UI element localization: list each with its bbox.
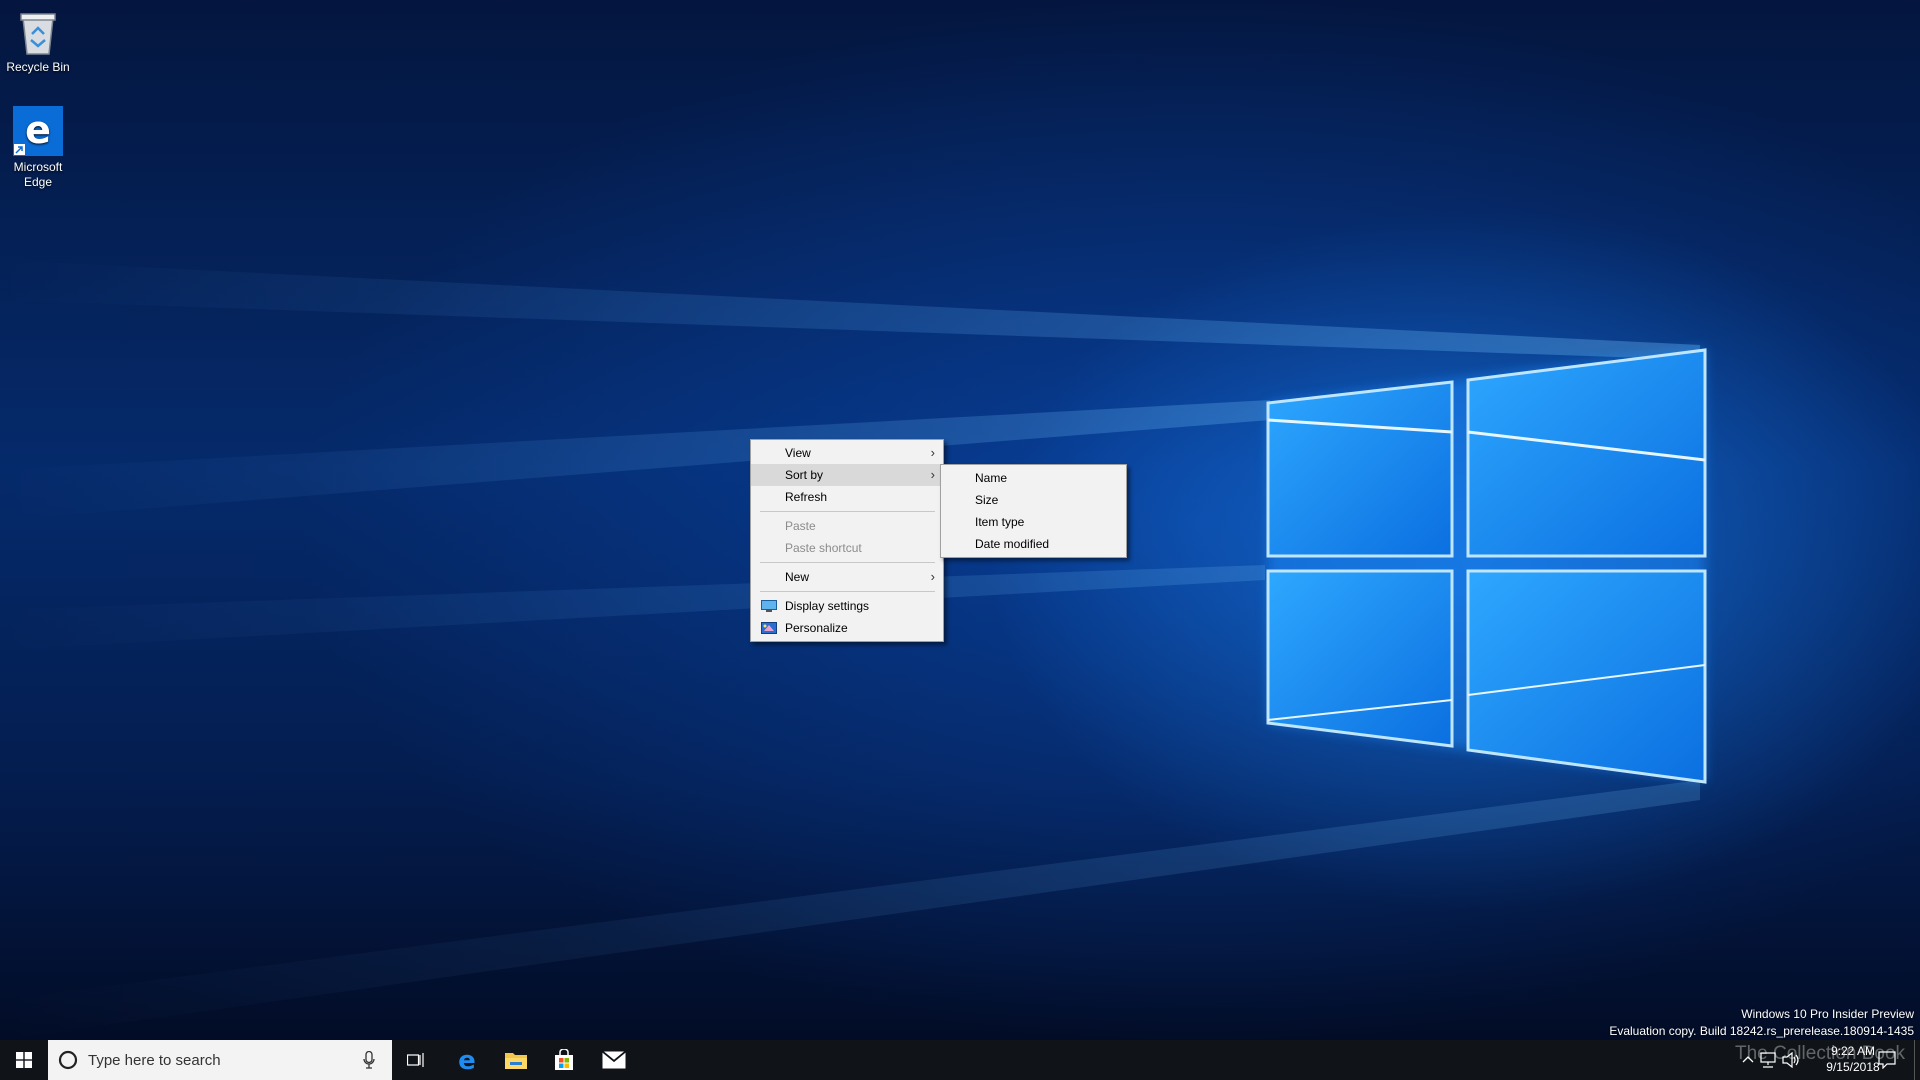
show-desktop-button[interactable] (1914, 1040, 1915, 1080)
submenu-item-size[interactable]: Size (941, 489, 1126, 511)
submenu-item-date-modified[interactable]: Date modified (941, 533, 1126, 555)
menu-item-paste[interactable]: Paste (751, 515, 943, 537)
menu-item-personalize[interactable]: Personalize (751, 617, 943, 639)
brand-watermark: The Collection Book (1735, 1043, 1906, 1064)
menu-item-label: Refresh (785, 490, 828, 504)
menu-item-label: Size (975, 493, 999, 507)
menu-item-refresh[interactable]: Refresh (751, 486, 943, 508)
desktop-icon-label: Recycle Bin (6, 60, 70, 74)
display-settings-icon (761, 600, 777, 612)
menu-item-label: Sort by (785, 468, 824, 482)
menu-item-label: Paste (785, 519, 816, 533)
task-view-button[interactable] (392, 1040, 440, 1080)
menu-item-new[interactable]: New › (751, 566, 943, 588)
search-box[interactable]: Type here to search (48, 1040, 392, 1080)
mail-icon (602, 1051, 626, 1069)
cortana-circle-icon (58, 1050, 78, 1070)
menu-separator (760, 511, 935, 512)
submenu-item-item-type[interactable]: Item type (941, 511, 1126, 533)
svg-text:e: e (25, 108, 51, 152)
search-placeholder: Type here to search (88, 1052, 221, 1069)
menu-item-label: Personalize (785, 621, 848, 635)
personalize-icon (761, 622, 777, 634)
desktop-icon-label: Microsoft Edge (13, 160, 63, 189)
file-explorer-icon (505, 1053, 527, 1069)
menu-item-display-settings[interactable]: Display settings (751, 595, 943, 617)
watermark-line: Windows 10 Pro Insider Preview (1741, 1007, 1914, 1021)
desktop-icon-recycle-bin[interactable]: Recycle Bin (1, 8, 75, 75)
taskbar-mail-button[interactable] (590, 1040, 638, 1080)
watermark-line: Evaluation copy. Build 18242.rs_prerelea… (1609, 1024, 1914, 1038)
menu-item-label: Name (975, 471, 1008, 485)
taskbar-store-button[interactable] (540, 1040, 588, 1080)
menu-item-label: New (785, 570, 810, 584)
sort-by-submenu: Name Size Item type Date modified (940, 464, 1127, 558)
menu-separator (760, 562, 935, 563)
windows-logo-icon (16, 1052, 32, 1068)
taskbar-file-explorer-button[interactable] (492, 1040, 540, 1080)
menu-item-paste-shortcut[interactable]: Paste shortcut (751, 537, 943, 559)
menu-item-label: View (785, 446, 811, 460)
menu-item-label: Date modified (975, 537, 1050, 551)
edge-icon: e (458, 1048, 476, 1072)
menu-item-sort-by[interactable]: Sort by › (751, 464, 943, 486)
store-icon (555, 1049, 573, 1070)
edge-icon: e (13, 106, 63, 156)
chevron-right-icon: › (930, 569, 935, 584)
svg-text:e: e (458, 1048, 476, 1072)
chevron-right-icon: › (930, 445, 935, 460)
desktop[interactable]: Recycle Bin e Microsoft Edge View › Sort… (0, 0, 1920, 1040)
taskbar: Type here to search e 9:22 AM 9/15/2018 (0, 1040, 1920, 1080)
start-button[interactable] (0, 1040, 48, 1080)
menu-item-label: Item type (975, 515, 1025, 529)
desktop-icon-microsoft-edge[interactable]: e Microsoft Edge (1, 106, 75, 190)
menu-item-label: Display settings (785, 599, 870, 613)
recycle-bin-icon (20, 13, 56, 55)
desktop-context-menu: View › Sort by › Refresh Paste Paste sho… (750, 439, 944, 642)
task-view-icon (407, 1053, 424, 1067)
submenu-item-name[interactable]: Name (941, 467, 1126, 489)
build-watermark: Windows 10 Pro Insider Preview Evaluatio… (1609, 1006, 1914, 1040)
menu-item-label: Paste shortcut (785, 541, 862, 555)
menu-item-view[interactable]: View › (751, 442, 943, 464)
microphone-icon[interactable] (363, 1051, 375, 1069)
menu-separator (760, 591, 935, 592)
taskbar-edge-button[interactable]: e (443, 1040, 491, 1080)
chevron-right-icon: › (930, 467, 935, 482)
